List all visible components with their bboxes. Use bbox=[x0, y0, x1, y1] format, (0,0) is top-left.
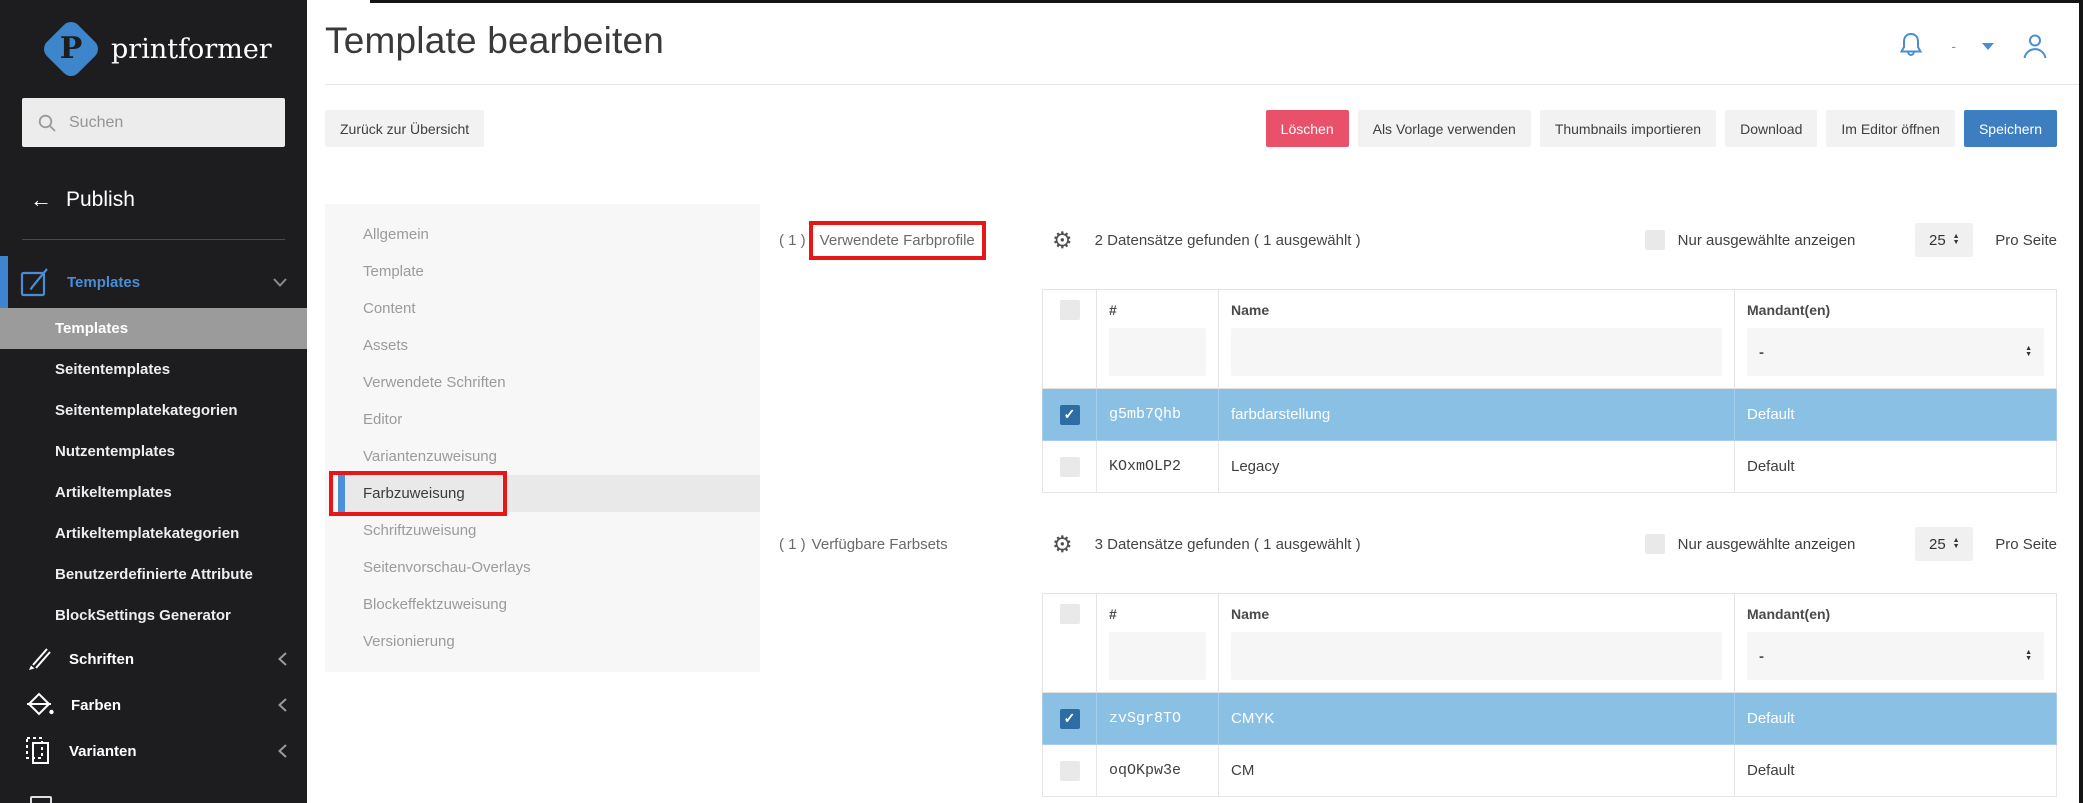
tab-verwendete-schriften[interactable]: Verwendete Schriften bbox=[325, 364, 760, 401]
mandant-filter-select[interactable]: - ▲▼ bbox=[1747, 632, 2044, 680]
tab-content[interactable]: Content bbox=[325, 290, 760, 327]
filter-input-name[interactable] bbox=[1231, 328, 1722, 376]
tab-editor[interactable]: Editor bbox=[325, 401, 760, 438]
settings-tab-list: Allgemein Template Content Assets Verwen… bbox=[325, 204, 760, 672]
toolbar: Zurück zur Übersicht Löschen Als Vorlage… bbox=[325, 110, 2083, 147]
filter-input-id[interactable] bbox=[1109, 632, 1206, 680]
sidebar-item-nutzentemplates[interactable]: Nutzentemplates bbox=[0, 431, 307, 472]
sidebar-divider bbox=[22, 239, 285, 240]
account-caret-down-icon[interactable] bbox=[1982, 43, 1994, 50]
row-checkbox[interactable]: ✓ bbox=[1060, 709, 1080, 729]
tab-blockeffektzuweisung[interactable]: Blockeffektzuweisung bbox=[325, 586, 760, 623]
back-to-overview-button[interactable]: Zurück zur Übersicht bbox=[325, 110, 484, 147]
select-arrows-icon: ▲▼ bbox=[1953, 234, 1960, 246]
brand-name: printformer bbox=[111, 34, 272, 65]
page-title: Template bearbeiten bbox=[325, 20, 664, 62]
open-in-editor-button[interactable]: Im Editor öffnen bbox=[1826, 110, 1955, 147]
tab-farbzuweisung[interactable]: Farbzuweisung bbox=[338, 475, 760, 512]
sidebar-group-templates[interactable]: Templates bbox=[0, 256, 307, 308]
tab-versionierung[interactable]: Versionierung bbox=[325, 623, 760, 660]
brand-logo[interactable]: P printformer bbox=[0, 0, 307, 76]
farbsets-table: # Name Mandant(en) - ▲▼ bbox=[1042, 593, 2057, 797]
only-selected-checkbox[interactable] bbox=[1645, 230, 1665, 250]
screenshot-top-edge bbox=[370, 0, 2083, 3]
gear-icon[interactable]: ⚙ bbox=[1052, 229, 1073, 252]
import-thumbnails-button[interactable]: Thumbnails importieren bbox=[1540, 110, 1716, 147]
cut-off-sidebar-item-icon bbox=[30, 796, 52, 803]
paint-bucket-icon bbox=[24, 690, 56, 720]
sidebar-item-artikeltemplates[interactable]: Artikeltemplates bbox=[0, 472, 307, 513]
section-verfuegbare-farbsets: ( 1 ) Verfügbare Farbsets ⚙ 3 Datensätze… bbox=[760, 523, 2057, 797]
select-arrows-icon: ▲▼ bbox=[1953, 538, 1960, 550]
row-checkbox[interactable]: ✓ bbox=[1060, 405, 1080, 425]
farbprofile-table: # Name Mandant(en) - ▲▼ bbox=[1042, 289, 2057, 493]
result-count-text: 2 Datensätze gefunden ( 1 ausgewählt ) bbox=[1095, 232, 1361, 249]
row-checkbox[interactable] bbox=[1060, 761, 1080, 781]
select-all-checkbox[interactable] bbox=[1060, 604, 1080, 624]
section-label: ( 1 ) Verwendete Farbprofile bbox=[760, 219, 1042, 261]
chevron-left-icon bbox=[278, 744, 287, 758]
table-controls: ⚙ 2 Datensätze gefunden ( 1 ausgewählt )… bbox=[1042, 219, 2057, 261]
per-page-select[interactable]: 25 ▲▼ bbox=[1915, 527, 1973, 561]
table-controls: ⚙ 3 Datensätze gefunden ( 1 ausgewählt )… bbox=[1042, 523, 2057, 565]
sidebar-group-farben[interactable]: Farben bbox=[0, 682, 307, 728]
sidebar: P printformer ← Publish Templates bbox=[0, 0, 307, 803]
account-name-text: - bbox=[1951, 38, 1956, 54]
user-profile-icon[interactable] bbox=[2020, 31, 2050, 61]
use-as-template-button[interactable]: Als Vorlage verwenden bbox=[1358, 110, 1531, 147]
sidebar-search bbox=[22, 98, 285, 147]
mandant-filter-select[interactable]: - ▲▼ bbox=[1747, 328, 2044, 376]
select-arrows-icon: ▲▼ bbox=[2025, 346, 2032, 358]
filter-input-id[interactable] bbox=[1109, 328, 1206, 376]
pencil-square-icon bbox=[18, 265, 52, 299]
sidebar-item-seitentemplates[interactable]: Seitentemplates bbox=[0, 349, 307, 390]
sidebar-item-benutzerdefinierte-attribute[interactable]: Benutzerdefinierte Attribute bbox=[0, 554, 307, 595]
gear-icon[interactable]: ⚙ bbox=[1052, 533, 1073, 556]
per-page-select[interactable]: 25 ▲▼ bbox=[1915, 223, 1973, 257]
sidebar-item-artikeltemplatekategorien[interactable]: Artikeltemplatekategorien bbox=[0, 513, 307, 554]
sidebar-item-templates[interactable]: Templates bbox=[0, 308, 307, 349]
sidebar-item-seitentemplatekategorien[interactable]: Seitentemplatekategorien bbox=[0, 390, 307, 431]
section-label: ( 1 ) Verfügbare Farbsets bbox=[760, 523, 1042, 565]
download-button[interactable]: Download bbox=[1725, 110, 1817, 147]
delete-button[interactable]: Löschen bbox=[1266, 110, 1349, 147]
select-all-checkbox[interactable] bbox=[1060, 300, 1080, 320]
table-row[interactable]: oqOKpw3e CM Default bbox=[1043, 745, 2057, 797]
title-divider bbox=[325, 84, 2083, 85]
tab-seitenvorschau-overlays[interactable]: Seitenvorschau-Overlays bbox=[325, 549, 760, 586]
section-verwendete-farbprofile: ( 1 ) Verwendete Farbprofile ⚙ 2 Datensä… bbox=[760, 219, 2057, 493]
select-arrows-icon: ▲▼ bbox=[2025, 650, 2032, 662]
main-content: Template bearbeiten - Zurück zur Übersic… bbox=[307, 0, 2083, 803]
tab-assets[interactable]: Assets bbox=[325, 327, 760, 364]
tab-schriftzuweisung[interactable]: Schriftzuweisung bbox=[325, 512, 760, 549]
annotation-red-box: Verwendete Farbprofile bbox=[809, 221, 986, 260]
sidebar-item-blocksettings-generator[interactable]: BlockSettings Generator bbox=[0, 595, 307, 636]
arrow-left-icon: ← bbox=[30, 187, 52, 213]
sidebar-group-schriften[interactable]: Schriften bbox=[0, 636, 307, 682]
screenshot-right-edge bbox=[2079, 0, 2083, 803]
printformer-logo-icon: P bbox=[44, 22, 98, 76]
table-row[interactable]: ✓ zvSgr8TO CMYK Default bbox=[1043, 693, 2057, 745]
filter-input-name[interactable] bbox=[1231, 632, 1722, 680]
chevron-left-icon bbox=[278, 698, 287, 712]
notifications-bell-icon[interactable] bbox=[1897, 31, 1925, 61]
table-row[interactable]: KOxmOLP2 Legacy Default bbox=[1043, 441, 2057, 493]
back-to-publish-link[interactable]: ← Publish bbox=[0, 187, 307, 213]
search-icon bbox=[37, 113, 57, 133]
tab-variantenzuweisung[interactable]: Variantenzuweisung bbox=[325, 438, 760, 475]
search-input[interactable] bbox=[69, 114, 276, 132]
sidebar-group-varianten[interactable]: Varianten bbox=[0, 728, 307, 774]
chevron-down-icon bbox=[273, 278, 287, 287]
tab-allgemein[interactable]: Allgemein bbox=[325, 216, 760, 253]
table-row[interactable]: ✓ g5mb7Qhb farbdarstellung Default bbox=[1043, 389, 2057, 441]
save-button[interactable]: Speichern bbox=[1964, 110, 2057, 147]
tab-template[interactable]: Template bbox=[325, 253, 760, 290]
pen-icon bbox=[24, 644, 54, 674]
active-group-bar bbox=[0, 256, 8, 308]
chevron-left-icon bbox=[278, 652, 287, 666]
result-count-text: 3 Datensätze gefunden ( 1 ausgewählt ) bbox=[1095, 536, 1361, 553]
row-checkbox[interactable] bbox=[1060, 457, 1080, 477]
only-selected-checkbox[interactable] bbox=[1645, 534, 1665, 554]
pages-icon bbox=[24, 735, 54, 767]
